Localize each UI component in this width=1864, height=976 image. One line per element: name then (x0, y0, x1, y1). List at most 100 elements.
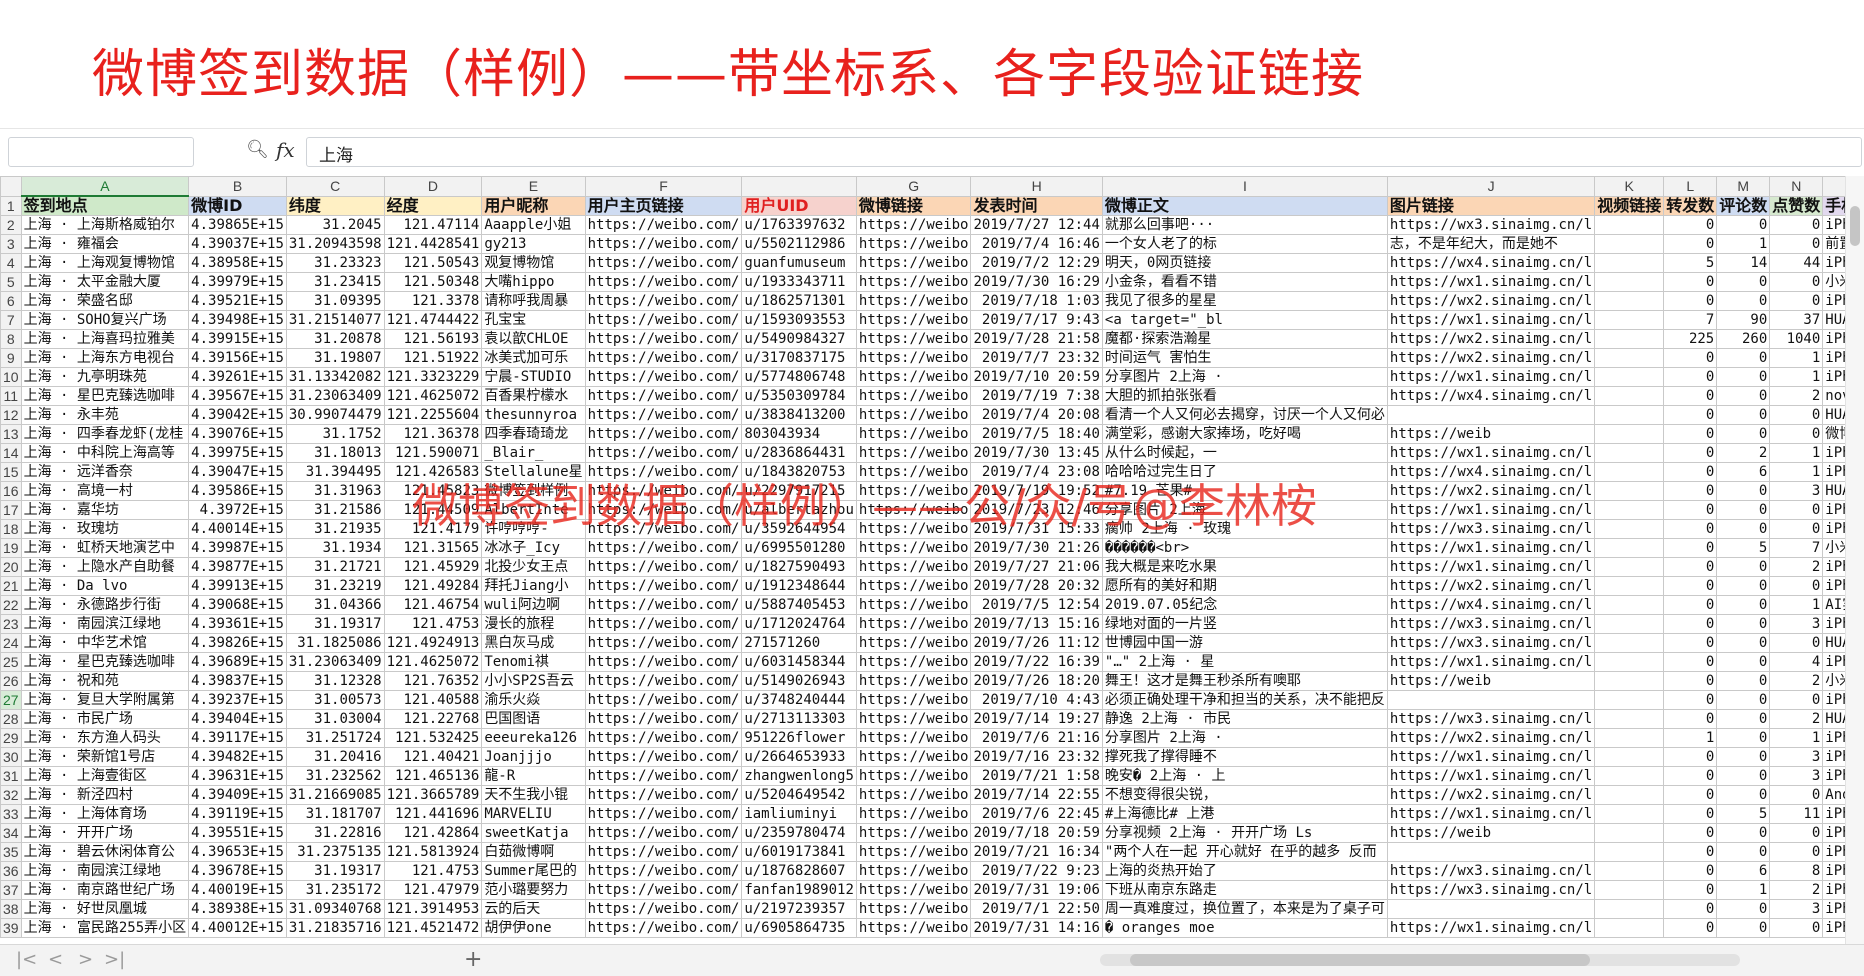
row-header[interactable]: 33 (0, 804, 22, 824)
header-cell[interactable]: 发表时间 (970, 195, 1103, 216)
cell[interactable]: 121.40421 (383, 747, 483, 767)
cell[interactable] (1594, 842, 1665, 862)
cell[interactable]: 4.39678E+15 (188, 861, 287, 881)
cell[interactable]: 121.50543 (383, 253, 483, 273)
cell[interactable]: 260 (1716, 329, 1771, 349)
cell[interactable]: 0 (1716, 766, 1771, 786)
cell[interactable]: 拜托Jiang小 (481, 576, 586, 596)
add-sheet-button[interactable]: + (464, 947, 482, 972)
cell[interactable]: u/5149026943 (741, 671, 857, 691)
cell[interactable]: 271571260 (741, 633, 857, 653)
cell[interactable]: 上海 · 复旦大学附属第 (20, 690, 190, 710)
row-header[interactable]: 16 (0, 481, 22, 501)
cell[interactable]: 31.23219 (285, 576, 385, 596)
cell[interactable]: #7.19 芒果# (1101, 481, 1388, 501)
cell[interactable]: iPhone客户端 (1822, 690, 1846, 710)
cell[interactable]: 2019.07.05纪念 (1101, 595, 1388, 615)
cell[interactable]: HUAWEI P30 (1822, 709, 1846, 729)
cell[interactable]: 31.1934 (285, 538, 385, 558)
cell[interactable]: 0 (1663, 291, 1718, 311)
cell[interactable]: 2019/7/31 15:33 (970, 519, 1103, 539)
cell[interactable]: https://weibo.com/ (584, 538, 743, 558)
cell[interactable]: 看清一个人又何必去揭穿，讨厌一个人又何必 (1101, 405, 1388, 425)
cell[interactable] (1594, 576, 1665, 596)
cell[interactable]: 上海 · 东方渔人码头 (20, 728, 190, 748)
cell[interactable]: 0 (1769, 823, 1824, 843)
cell[interactable]: 0 (1663, 538, 1718, 558)
cell[interactable]: iPhone客户端 (1822, 443, 1846, 463)
cell[interactable]: 4.39042E+15 (188, 405, 287, 425)
cell[interactable]: 2019/7/5 18:40 (970, 424, 1103, 444)
cell[interactable] (1594, 899, 1665, 919)
cell[interactable]: 2019/7/28 21:58 (970, 329, 1103, 349)
cell[interactable]: https://wx1.sinaimg.cn/l (1386, 766, 1596, 786)
cell[interactable]: 0 (1716, 785, 1771, 805)
cell[interactable]: 31.22816 (285, 823, 385, 843)
cell[interactable]: 必须正确处理干净和担当的关系，决不能把反 (1101, 690, 1388, 710)
cell[interactable]: https://weibo.com/ (584, 519, 743, 539)
cell[interactable]: iPhone 6 (1822, 253, 1846, 273)
row-header[interactable]: 30 (0, 747, 22, 767)
cell[interactable]: 1040 (1769, 329, 1824, 349)
column-header[interactable]: C (285, 176, 385, 197)
cell[interactable]: 4.39877E+15 (188, 557, 287, 577)
header-cell[interactable]: 微博ID (188, 195, 287, 216)
cell[interactable]: https://wx1.sinaimg.cn/l (1386, 367, 1596, 387)
header-cell[interactable]: 视频链接 (1594, 195, 1665, 216)
cell[interactable]: 上海 · 玫瑰坊 (20, 519, 190, 539)
cell[interactable]: 4.40019E+15 (188, 880, 287, 900)
cell[interactable]: 0 (1663, 804, 1718, 824)
cell[interactable]: 803043934 (741, 424, 857, 444)
cell[interactable]: 小米8周年旗舰 (1822, 538, 1846, 558)
cell[interactable]: 0 (1663, 690, 1718, 710)
cell[interactable]: 121.426583 (383, 462, 483, 482)
cell[interactable]: 0 (1769, 576, 1824, 596)
cell[interactable]: 4.39837E+15 (188, 671, 287, 691)
cell[interactable]: 4.39975E+15 (188, 443, 287, 463)
cell[interactable]: https://wx2.sinaimg.cn/l (1386, 291, 1596, 311)
cell[interactable]: 2019/7/26 11:12 (970, 633, 1103, 653)
cell[interactable]: 0 (1716, 481, 1771, 501)
row-header[interactable]: 5 (0, 272, 22, 292)
cell[interactable]: https://weibo.com/ (584, 652, 743, 672)
cell[interactable]: 白茹微博啊 (481, 842, 586, 862)
cell[interactable]: https://wx2.sinaimg.cn/l (1386, 329, 1596, 349)
cell[interactable] (1594, 766, 1665, 786)
cell[interactable]: 上海 · 太平金融大厦 (20, 272, 190, 292)
cell[interactable]: https://weibo.com/ (584, 861, 743, 881)
cell[interactable]: 2019/7/22 9:23 (970, 861, 1103, 881)
vertical-scrollbar[interactable] (1845, 176, 1864, 944)
cell[interactable]: 31.19807 (285, 348, 385, 368)
cell[interactable]: https://wx1.sinaimg.cn/l (1386, 538, 1596, 558)
cell[interactable]: 上海 · 上海观复博物馆 (20, 253, 190, 273)
cell[interactable]: u/5887405453 (741, 595, 857, 615)
cell[interactable] (1594, 652, 1665, 672)
cell[interactable]: https://weibo (855, 272, 972, 292)
cell[interactable]: iPhone客户端 (1822, 215, 1846, 235)
cell[interactable]: 上海 · 虹桥天地演艺中 (20, 538, 190, 558)
cell[interactable]: u/1933343711 (741, 272, 857, 292)
cell[interactable]: MARVELIU (481, 804, 586, 824)
cell[interactable]: 31.04366 (285, 595, 385, 615)
cell[interactable]: 31.23323 (285, 253, 385, 273)
header-cell[interactable]: 微博链接 (855, 195, 972, 216)
cell[interactable] (1594, 443, 1665, 463)
cell[interactable]: 31.21721 (285, 557, 385, 577)
header-cell[interactable]: 手机类型 (1822, 195, 1846, 216)
cell[interactable]: 0 (1716, 272, 1771, 292)
cell[interactable]: 巴国图语 (481, 709, 586, 729)
cell[interactable] (1594, 861, 1665, 881)
cell[interactable]: 4.39156E+15 (188, 348, 287, 368)
cell[interactable]: AlbertInte (481, 500, 586, 520)
cell[interactable]: Tenomi祺 (481, 652, 586, 672)
cell[interactable]: 4.39979E+15 (188, 272, 287, 292)
cell[interactable]: HUAWEI P20 (1822, 310, 1846, 330)
cell[interactable]: 3 (1769, 766, 1824, 786)
cell[interactable]: wuli阿边啊 (481, 595, 586, 615)
cell[interactable]: eeeureka126 (481, 728, 586, 748)
cell[interactable]: 2019/7/6 22:45 (970, 804, 1103, 824)
cell[interactable]: fanfan1989012 (741, 880, 857, 900)
cell[interactable]: 上海 · 碧云休闲体育公 (20, 842, 190, 862)
cell[interactable]: 北投少女王点 (481, 557, 586, 577)
cell[interactable]: 0 (1716, 671, 1771, 691)
